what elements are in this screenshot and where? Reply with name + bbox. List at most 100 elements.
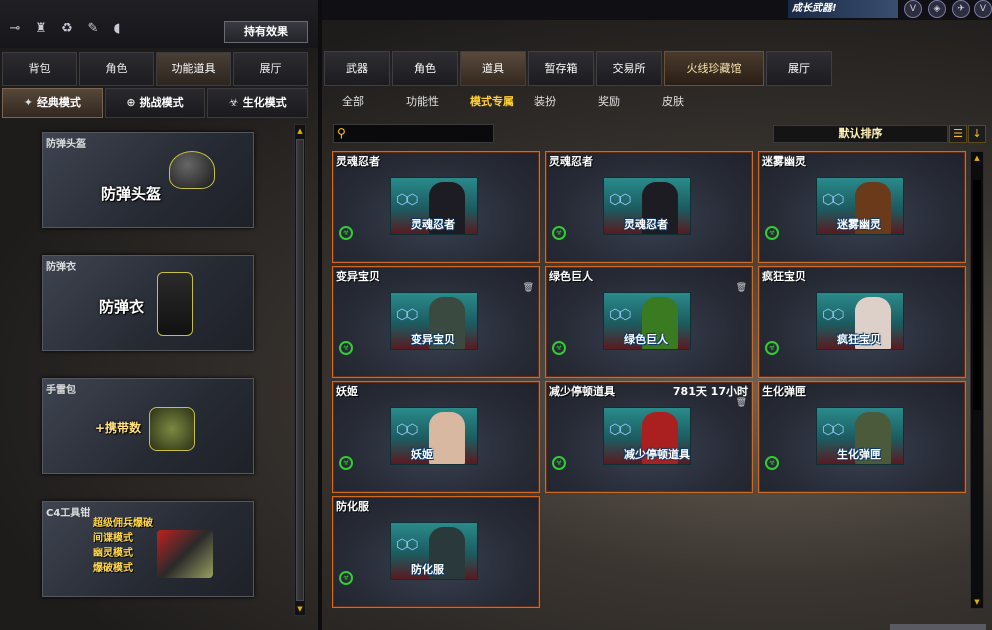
hex-pattern-icon: ⬡⬡ — [609, 307, 631, 323]
scroll-thumb[interactable] — [296, 139, 304, 601]
rank-icon[interactable]: V — [974, 0, 992, 18]
mode-line: 幽灵模式 — [93, 548, 133, 559]
thumbnail-label: 疯狂宝贝 — [837, 333, 881, 346]
item-name: 疯狂宝贝 — [762, 270, 806, 283]
item-name: 防弹头盔 — [46, 139, 86, 150]
mode-line: 超级佣兵爆破 — [93, 518, 153, 529]
hex-pattern-icon: ⬡⬡ — [609, 422, 631, 438]
left-scrollbar[interactable]: ▲ ▼ — [294, 124, 306, 616]
main-tab-bar: 武器 角色 道具 暂存箱 交易所 火线珍藏馆 展厅 — [324, 51, 832, 86]
hex-pattern-icon: ⬡⬡ — [396, 307, 418, 323]
item-big-label: +携带数 — [95, 421, 142, 435]
tab-showroom[interactable]: 展厅 — [233, 52, 308, 86]
biohazard-icon: ☣ — [339, 226, 353, 240]
item-name: 防弹衣 — [46, 262, 76, 273]
thumbnail-label: 灵魂忍者 — [624, 218, 668, 231]
weapon-ad-banner[interactable]: 成长武器! — [788, 0, 898, 18]
item-card-c4-pliers[interactable]: C4工具钳 超级佣兵爆破 间谍模式 幽灵模式 爆破模式 — [42, 501, 254, 597]
item-thumbnail: ⬡⬡ 生化弹匣 — [816, 407, 904, 465]
tab-classic-mode[interactable]: ✦ 经典模式 — [2, 88, 103, 118]
subtab-all[interactable]: 全部 — [336, 93, 400, 109]
trash-icon[interactable]: 🗑 — [523, 283, 534, 293]
tab-weapons[interactable]: 武器 — [324, 51, 390, 86]
thumbnail-label: 防化服 — [411, 563, 444, 576]
left-item-list: 防弹头盔 防弹头盔 防弹衣 防弹衣 手雷包 +携带数 C4工具钳 超级佣兵爆破 … — [4, 122, 292, 616]
tab-functional-items[interactable]: 功能道具 — [156, 52, 231, 86]
biohazard-icon: ☣ — [552, 456, 566, 470]
subtab-rewards[interactable]: 奖励 — [592, 93, 656, 109]
wing-icon[interactable]: ✈ — [952, 0, 970, 18]
tab-exchange[interactable]: 交易所 — [596, 51, 662, 86]
item-card[interactable]: 疯狂宝贝 ⬡⬡ 疯狂宝贝 ☣ — [758, 266, 966, 378]
subtab-costume[interactable]: 装扮 — [528, 93, 592, 109]
mode-line: 间谍模式 — [93, 533, 133, 544]
subtab-functional[interactable]: 功能性 — [400, 93, 464, 109]
tab-characters[interactable]: 角色 — [392, 51, 458, 86]
tab-character[interactable]: 角色 — [79, 52, 154, 86]
mouse-icon[interactable]: ◖ — [108, 20, 126, 38]
scroll-thumb[interactable] — [973, 180, 981, 410]
item-thumbnail: ⬡⬡ 减少停顿道具 — [603, 407, 691, 465]
item-card[interactable]: 变异宝贝 🗑 ⬡⬡ 变异宝贝 ☣ — [332, 266, 540, 378]
thumbnail-label: 生化弹匣 — [837, 448, 881, 461]
tab-biohazard-mode[interactable]: ☣ 生化模式 — [207, 88, 309, 118]
tab-storage[interactable]: 暂存箱 — [528, 51, 594, 86]
bottom-bar — [890, 624, 986, 630]
item-time-remaining: 781天 17小时 — [672, 385, 748, 398]
list-view-icon[interactable]: ☰ — [949, 125, 967, 143]
subtab-skins[interactable]: 皮肤 — [656, 93, 720, 109]
item-card-grenade-pack[interactable]: 手雷包 +携带数 — [42, 378, 254, 474]
item-card[interactable]: 减少停顿道具 781天 17小时 🗑 ⬡⬡ 减少停顿道具 ☣ — [545, 381, 753, 493]
item-card-vest[interactable]: 防弹衣 防弹衣 — [42, 255, 254, 351]
tab-collection-hall[interactable]: 火线珍藏馆 — [664, 51, 764, 86]
item-name: 迷雾幽灵 — [762, 155, 806, 168]
vest-icon — [157, 272, 193, 336]
sort-arrow-icon[interactable]: ↓ — [968, 125, 986, 143]
trash-icon[interactable]: 🗑 — [736, 283, 747, 293]
biohazard-icon: ☣ — [228, 96, 239, 109]
item-name: 防化服 — [336, 500, 369, 513]
item-thumbnail: ⬡⬡ 防化服 — [390, 522, 478, 580]
item-card[interactable]: 灵魂忍者 ⬡⬡ 灵魂忍者 ☣ — [545, 151, 753, 263]
search-input[interactable]: ⚲ — [333, 124, 494, 143]
tab-backpack[interactable]: 背包 — [2, 52, 77, 86]
medal-icon[interactable]: V — [904, 0, 922, 18]
item-card-helmet[interactable]: 防弹头盔 防弹头盔 — [42, 132, 254, 228]
owned-effects-button[interactable]: 持有效果 — [224, 21, 308, 43]
subtab-mode-exclusive[interactable]: 模式专属 — [464, 93, 528, 109]
tab-challenge-mode[interactable]: ⊕ 挑战模式 — [104, 88, 206, 118]
item-card[interactable]: 迷雾幽灵 ⬡⬡ 迷雾幽灵 ☣ — [758, 151, 966, 263]
scroll-down-icon[interactable]: ▼ — [295, 604, 305, 614]
trophy-icon[interactable]: ♜ — [32, 20, 50, 38]
tab-showroom-right[interactable]: 展厅 — [766, 51, 832, 86]
hex-pattern-icon: ⬡⬡ — [396, 422, 418, 438]
badge-icon[interactable]: ◈ — [928, 0, 946, 18]
item-name: 手雷包 — [46, 385, 76, 396]
item-card[interactable]: 生化弹匣 ⬡⬡ 生化弹匣 ☣ — [758, 381, 966, 493]
scroll-down-icon[interactable]: ▼ — [972, 597, 982, 607]
scroll-up-icon[interactable]: ▲ — [972, 153, 982, 163]
right-scrollbar[interactable]: ▲ ▼ — [970, 151, 984, 609]
item-card[interactable]: 防化服 ⬡⬡ 防化服 ☣ — [332, 496, 540, 608]
tab-label: 挑战模式 — [139, 96, 184, 109]
item-card[interactable]: 灵魂忍者 ⬡⬡ 灵魂忍者 ☣ — [332, 151, 540, 263]
thumbnail-label: 迷雾幽灵 — [837, 218, 881, 231]
crosshair-icon: ✦ — [23, 96, 33, 109]
scroll-up-icon[interactable]: ▲ — [295, 126, 305, 136]
item-card[interactable]: 绿色巨人 🗑 ⬡⬡ 绿色巨人 ☣ — [545, 266, 753, 378]
item-thumbnail: ⬡⬡ 绿色巨人 — [603, 292, 691, 350]
item-name: C4工具钳 — [46, 508, 91, 519]
paintbrush-icon[interactable]: ✎ — [84, 20, 102, 38]
tab-items[interactable]: 道具 — [460, 51, 526, 86]
item-big-label: 防弹衣 — [99, 298, 145, 316]
item-big-label: 防弹头盔 — [101, 185, 162, 203]
biohazard-icon: ☣ — [552, 226, 566, 240]
biohazard-icon: ☣ — [765, 341, 779, 355]
item-card[interactable]: 妖姬 ⬡⬡ 妖姬 ☣ — [332, 381, 540, 493]
sort-dropdown[interactable]: 默认排序 — [773, 125, 948, 143]
hex-pattern-icon: ⬡⬡ — [822, 422, 844, 438]
biohazard-icon: ☣ — [339, 341, 353, 355]
recycle-icon[interactable]: ♻ — [58, 20, 76, 38]
key-icon[interactable]: ⊸ — [6, 20, 24, 38]
trash-icon[interactable]: 🗑 — [736, 398, 747, 408]
